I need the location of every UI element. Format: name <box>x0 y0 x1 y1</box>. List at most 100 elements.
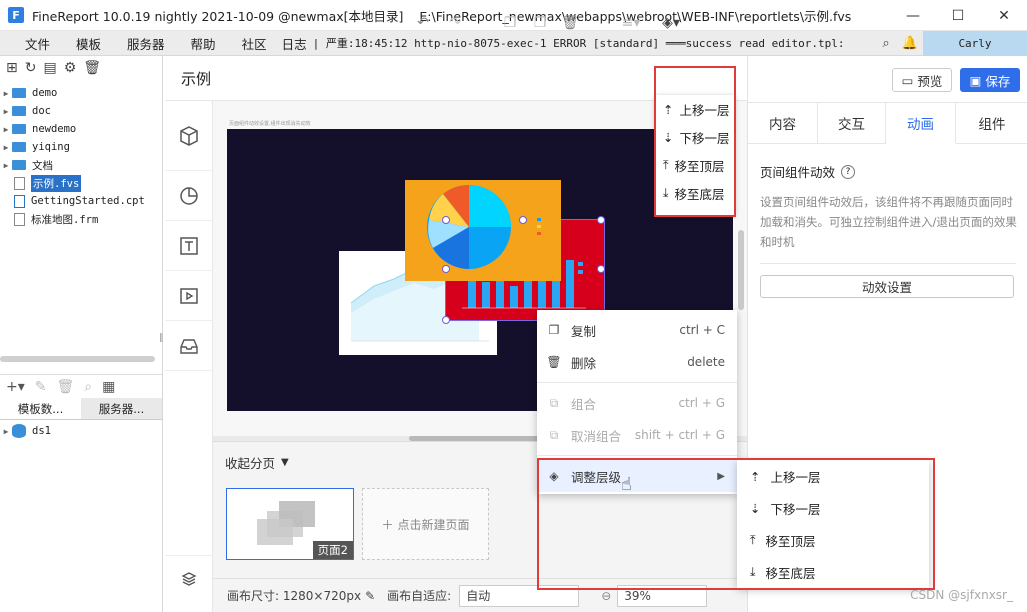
canvas-hint: 页面组件动效设置,组件出现消失动效 <box>229 121 311 127</box>
menu-file[interactable]: 文件 <box>12 34 63 53</box>
cube-icon[interactable] <box>165 101 213 171</box>
layer-dropdown-icon[interactable]: ◈▾ <box>658 0 684 45</box>
refresh-icon[interactable]: ↻ <box>25 60 37 76</box>
menu-server[interactable]: 服务器 <box>114 34 178 53</box>
resize-handle[interactable] <box>442 216 450 224</box>
settings-icon[interactable]: ⚙ <box>64 60 77 76</box>
expand-arrow-icon[interactable]: ▶ <box>0 161 12 170</box>
search-icon[interactable]: ⌕ <box>876 31 896 56</box>
undo-icon[interactable]: ↶ <box>413 0 433 45</box>
tree-item-label: demo <box>32 87 58 99</box>
edit-size-icon[interactable]: ✎ <box>365 589 375 603</box>
preview-icon[interactable]: ⌕ <box>84 379 92 395</box>
tab-template-data[interactable]: 模板数... <box>0 398 81 419</box>
bell-icon[interactable]: 🔔 <box>900 31 920 56</box>
layers-icon[interactable] <box>165 555 213 601</box>
container-icon[interactable] <box>165 321 213 371</box>
expand-arrow-icon[interactable]: ▶ <box>0 107 12 116</box>
ctx-ungroup[interactable]: ⧉ 取消组合 shift + ctrl + G <box>537 419 737 451</box>
delete-icon[interactable]: 🗑 <box>57 379 75 395</box>
ctx-label: 复制 <box>571 323 597 339</box>
tree-item[interactable]: ▶ newdemo <box>0 120 162 138</box>
app-title: FineReport 10.0.19 nightly 2021-10-09 @n… <box>32 8 404 24</box>
file-icon <box>14 176 25 190</box>
zoom-out-icon[interactable]: ⊖ <box>601 589 611 603</box>
zoom-value: 39% <box>624 588 651 603</box>
tab-components[interactable]: 组件 <box>956 103 1027 143</box>
tab-interaction[interactable]: 交互 <box>818 103 886 143</box>
tree-item[interactable]: ▶ 文档 <box>0 156 162 174</box>
edit-icon[interactable]: ✎ <box>35 379 47 395</box>
menu-template[interactable]: 模板 <box>63 34 114 53</box>
canvas-vscroll[interactable] <box>738 230 744 310</box>
folder-icon <box>12 124 26 134</box>
help-icon[interactable]: ? <box>841 164 856 179</box>
collapse-pages-toggle[interactable]: 收起分页 ▼ <box>225 453 289 472</box>
preview-button[interactable]: ▭ 预览 <box>892 68 952 92</box>
expand-arrow-icon[interactable]: ▶ <box>0 143 12 152</box>
delete-icon[interactable]: 🗑 <box>560 0 580 45</box>
expand-arrow-icon[interactable]: ▶ <box>0 125 12 134</box>
tab-animation[interactable]: 动画 <box>886 103 956 143</box>
page-thumbnail[interactable]: 页面2 <box>226 488 354 560</box>
tree-item[interactable]: ▶ yiqing <box>0 138 162 156</box>
menu-log[interactable]: 日志 <box>280 34 309 53</box>
folder-icon <box>12 88 26 98</box>
splitter-handle[interactable]: ‖ <box>159 333 164 343</box>
app-logo-icon: F <box>8 7 24 23</box>
delete-icon[interactable]: 🗑 <box>83 60 101 76</box>
highlight-box <box>654 66 736 217</box>
copy-icon[interactable]: ❐ <box>500 0 520 45</box>
adapt-label: 画布自适应: <box>387 589 452 603</box>
align-icon[interactable]: ≡▾ <box>618 0 644 45</box>
pie-chart-icon[interactable] <box>165 171 213 221</box>
tree-item[interactable]: ▶ demo <box>0 84 162 102</box>
server-datasource-icon[interactable]: ▦ <box>102 379 115 395</box>
paste-icon[interactable]: ❐ <box>530 0 550 45</box>
pie-chart-widget[interactable] <box>405 180 561 281</box>
copy-icon: ❐ <box>548 323 560 337</box>
menu-community[interactable]: 社区 <box>229 34 280 53</box>
resize-handle[interactable] <box>597 265 605 273</box>
resize-handle[interactable] <box>519 216 527 224</box>
resize-handle[interactable] <box>597 216 605 224</box>
tab-server-data[interactable]: 服务器... <box>81 398 162 419</box>
datasource-tabs: 模板数... 服务器... <box>0 398 162 420</box>
horizontal-scrollbar[interactable] <box>0 356 155 362</box>
redo-icon[interactable]: ↷ <box>445 0 465 45</box>
tree-item[interactable]: ▶ doc <box>0 102 162 120</box>
ctx-group[interactable]: ⧉ 组合 ctrl + G <box>537 387 737 419</box>
database-icon <box>12 424 26 438</box>
maximize-icon[interactable]: ☐ <box>935 0 981 31</box>
watermark: CSDN @sjfxnxsr_ <box>910 588 1013 602</box>
tree-item[interactable]: 标准地图.frm <box>0 210 162 228</box>
tree-item[interactable]: GettingStarted.cpt <box>0 192 162 210</box>
add-icon[interactable]: +▾ <box>6 379 25 395</box>
ctx-copy[interactable]: ❐ 复制 ctrl + C <box>537 314 737 346</box>
new-folder-icon[interactable]: ⊞ <box>6 60 18 76</box>
datasource-item[interactable]: ▶ ds1 <box>0 422 51 440</box>
tab-content[interactable]: 内容 <box>748 103 818 143</box>
ctx-delete[interactable]: 🗑 删除 delete <box>537 346 737 378</box>
tree-item-label: newdemo <box>32 123 77 135</box>
resize-handle[interactable] <box>442 316 450 324</box>
datasource-label: ds1 <box>32 425 51 437</box>
menu-help[interactable]: 帮助 <box>178 34 229 53</box>
media-icon[interactable] <box>165 271 213 321</box>
minimize-icon[interactable]: — <box>890 0 936 31</box>
save-button[interactable]: ▣ 保存 <box>960 68 1020 92</box>
text-icon[interactable] <box>165 221 213 271</box>
expand-arrow-icon[interactable]: ▶ <box>0 89 12 98</box>
resize-handle[interactable] <box>442 265 450 273</box>
animation-settings-button[interactable]: 动效设置 <box>760 275 1014 298</box>
trash-icon: 🗑 <box>546 355 562 369</box>
tree-item[interactable]: 示例.fvs <box>0 174 162 192</box>
collapse-label: 收起分页 <box>225 456 276 471</box>
expand-arrow-icon[interactable]: ▶ <box>0 427 12 436</box>
template-icon[interactable]: ▤ <box>43 60 56 76</box>
user-name[interactable]: Carly <box>923 31 1027 56</box>
ctx-label: 删除 <box>571 355 597 371</box>
close-icon[interactable]: ✕ <box>981 0 1027 31</box>
folder-icon <box>12 160 26 170</box>
new-page-button[interactable]: ＋点击新建页面 <box>362 488 489 560</box>
